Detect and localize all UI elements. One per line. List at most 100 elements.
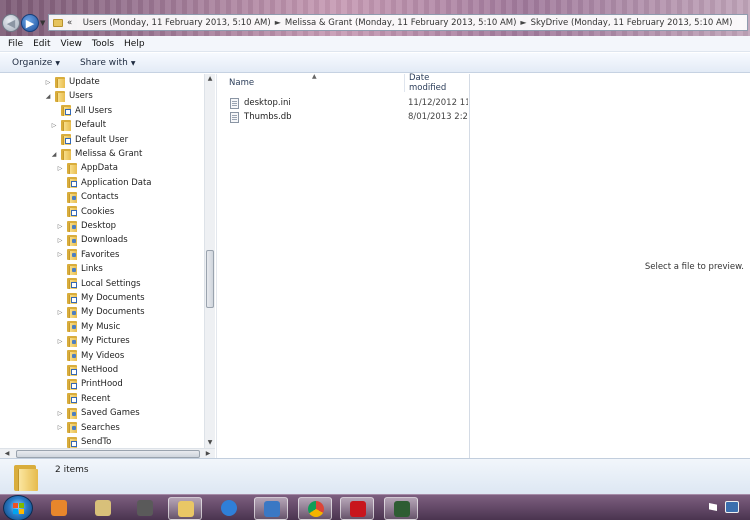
scroll-down-icon[interactable]: ▼ [205,438,215,448]
tree-item-label: Users [69,91,93,102]
chevron-right-icon[interactable]: ► [275,18,281,27]
acrobat-taskbar-button[interactable] [340,497,374,520]
internet-explorer-taskbar-button[interactable] [212,497,246,520]
file-row[interactable]: desktop.ini 11/12/2012 11:30 [217,96,469,110]
tree-item[interactable]: Links [56,262,103,276]
tree-item[interactable]: My Documents [56,291,145,305]
tree-item[interactable]: ▷ Favorites [56,248,119,262]
tree-item[interactable]: ▷ Searches [56,421,120,435]
media-player-icon [51,500,67,516]
tree-item[interactable]: ▷ Default [50,118,106,132]
expand-icon[interactable]: ▷ [56,251,64,258]
expand-icon[interactable]: ▷ [56,237,64,244]
tree-item-label: Default [75,120,107,131]
address-bar[interactable]: « Users (Monday, 11 February 2013, 5:10 … [48,14,748,31]
expand-icon[interactable]: ▷ [44,79,52,86]
collapse-icon[interactable]: ◢ [44,93,52,100]
file-date: 8/01/2013 2:27 PM [408,112,468,122]
column-header-date[interactable]: Date modified [397,73,469,93]
menu-file[interactable]: File [8,39,23,49]
tree-item[interactable]: ▷ Saved Games [56,406,140,420]
nav-vertical-scrollbar[interactable]: ▲ ▼ [204,74,215,448]
tree-item[interactable]: ▷ Downloads [56,233,128,247]
tree-item[interactable]: ▷ Desktop [56,219,116,233]
chevron-right-icon[interactable]: ► [520,18,526,27]
action-center-flag-icon[interactable] [709,503,717,511]
tree-item[interactable]: ◢ Users [44,89,93,103]
tree-item[interactable]: ◢ Melissa & Grant [50,147,142,161]
chevron-down-icon: ▼ [55,59,60,67]
folder-icon [67,422,77,434]
breadcrumb-skydrive[interactable]: SkyDrive (Monday, 11 February 2013, 5:10… [531,18,733,28]
back-button[interactable]: ◀ [2,14,20,32]
scanner-taskbar-button[interactable] [128,497,162,520]
breadcrumb-melissa-grant[interactable]: Melissa & Grant (Monday, 11 February 201… [285,18,517,28]
tree-item[interactable]: ▷ My Documents [56,305,145,319]
start-button[interactable] [3,495,33,520]
tree-item-label: Melissa & Grant [75,149,143,159]
tree-item[interactable]: ▷ My Pictures [56,334,130,348]
tree-item[interactable]: ▷ AppData [56,161,118,175]
scroll-left-icon[interactable]: ◀ [2,449,12,458]
scrollbar-thumb[interactable] [206,250,214,308]
tree-item[interactable]: SendTo [56,435,111,448]
explorer-taskbar-button[interactable] [168,497,202,520]
breadcrumb-users[interactable]: Users (Monday, 11 February 2013, 5:10 AM… [83,18,271,28]
expand-icon[interactable]: ▷ [56,338,64,345]
organize-label: Organize [12,57,53,68]
menu-tools[interactable]: Tools [92,39,114,49]
expand-icon[interactable]: ▷ [56,410,64,417]
network-icon[interactable] [725,501,739,513]
scroll-up-icon[interactable]: ▲ [205,74,215,84]
expand-icon[interactable]: ▷ [56,165,64,172]
tree-item[interactable]: Cookies [56,205,114,219]
tree-item-label: Cookies [81,206,115,217]
folder-icon [55,76,65,88]
expand-icon[interactable]: ▷ [50,122,58,129]
menu-view[interactable]: View [61,39,82,49]
tree-item[interactable]: All Users [50,104,112,118]
folder-icon [67,249,77,261]
file-row[interactable]: Thumbs.db 8/01/2013 2:27 PM [217,110,469,124]
address-overflow-icon[interactable]: « [67,18,72,28]
tree-item[interactable]: NetHood [56,363,118,377]
tree-item-label: Searches [81,422,120,433]
tree-item[interactable]: My Videos [56,349,124,363]
file-name: Thumbs.db [244,112,292,122]
folder-icon [67,306,77,318]
tree-item[interactable]: Application Data [56,176,152,190]
expand-icon[interactable]: ▷ [56,424,64,431]
folder-shortcut-icon [67,393,77,405]
organize-button[interactable]: Organize ▼ [12,58,60,68]
folder-icon [178,501,194,517]
menu-edit[interactable]: Edit [33,39,50,49]
remote-desktop-taskbar-button[interactable] [254,497,288,520]
command-bar: Organize ▼ Share with ▼ [0,53,750,73]
tree-item[interactable]: My Music [56,320,120,334]
expand-icon[interactable]: ▷ [56,309,64,316]
tree-item[interactable]: Recent [56,392,110,406]
media-player-taskbar-button[interactable] [42,497,76,520]
share-with-button[interactable]: Share with ▼ [80,58,136,68]
tree-item[interactable]: PrintHood [56,377,123,391]
folder-icon [67,162,77,174]
tree-item[interactable]: Default User [50,133,128,147]
column-header-name[interactable]: Name ▲ [217,73,404,92]
tree-item[interactable]: Contacts [56,190,119,204]
tree-item[interactable]: ▷ Update [44,75,100,89]
folder-icon [61,148,71,160]
menu-help[interactable]: Help [124,39,145,49]
forward-button[interactable]: ▶ [21,14,39,32]
nav-horizontal-scrollbar[interactable]: ◀ ▶ [0,448,215,458]
tree-item[interactable]: Local Settings [56,277,141,291]
chrome-taskbar-button[interactable] [298,497,332,520]
terminal-taskbar-button[interactable] [384,497,418,520]
recent-pages-dropdown[interactable]: ▼ [40,19,45,27]
folder-icon [67,263,77,275]
expand-icon[interactable]: ▷ [56,223,64,230]
collapse-icon[interactable]: ◢ [50,151,58,158]
preview-message: Select a file to preview. [644,262,744,272]
folder-mail-taskbar-button[interactable] [86,497,120,520]
scrollbar-thumb[interactable] [16,450,200,458]
scroll-right-icon[interactable]: ▶ [203,449,213,458]
